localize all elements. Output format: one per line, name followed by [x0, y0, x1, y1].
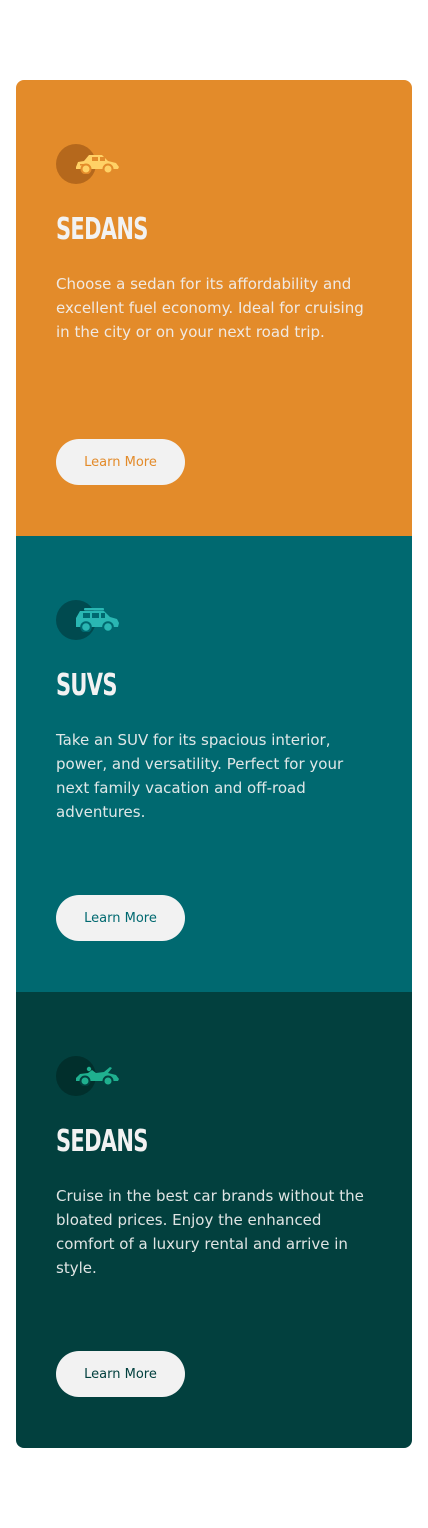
card-description: Cruise in the best car brands without th…: [56, 1187, 364, 1277]
card-title: SUVS: [56, 668, 117, 703]
luxury-car-icon-graphic: [76, 1066, 119, 1086]
card-title: SEDANS: [56, 1124, 148, 1159]
luxury-car-icon: [56, 1056, 126, 1096]
sedans-card: SEDANS Choose a sedan for its affordabil…: [16, 80, 412, 536]
sedan-car-icon-graphic: [76, 155, 119, 174]
suvs-card: SUVS Take an SUV for its spacious interi…: [16, 536, 412, 992]
learn-more-button[interactable]: Learn More: [56, 895, 185, 941]
suv-car-icon-graphic: [76, 608, 119, 632]
learn-more-button[interactable]: Learn More: [56, 439, 185, 485]
suv-car-icon: [56, 600, 126, 640]
card-title: SEDANS: [56, 212, 148, 247]
luxury-card: SEDANS Cruise in the best car brands wit…: [16, 992, 412, 1448]
card-description: Take an SUV for its spacious interior, p…: [56, 731, 344, 821]
learn-more-button[interactable]: Learn More: [56, 1351, 185, 1397]
card-description: Choose a sedan for its affordability and…: [56, 275, 364, 341]
sedan-car-icon: [56, 144, 126, 184]
car-category-cards: SEDANS Choose a sedan for its affordabil…: [16, 80, 412, 1448]
